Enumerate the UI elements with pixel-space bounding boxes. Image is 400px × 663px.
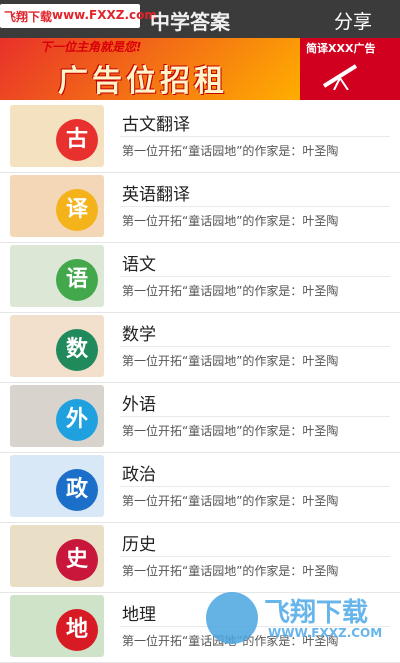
subject-description: 第一位开拓“童话园地”的作家是：叶圣陶 bbox=[122, 144, 339, 158]
list-item[interactable]: 译 英语翻译第一位开拓“童话园地”的作家是：叶圣陶 bbox=[0, 172, 400, 243]
banner-slogan: 下一位主角就是您! bbox=[40, 40, 142, 54]
divider bbox=[120, 206, 390, 207]
divider bbox=[120, 556, 390, 557]
watermark-brand: 飞翔下载 bbox=[4, 10, 53, 24]
subject-title: 英语翻译 bbox=[122, 185, 190, 205]
subject-title: 古文翻译 bbox=[122, 115, 190, 135]
list-item[interactable]: 数 数学第一位开拓“童话园地”的作家是：叶圣陶 bbox=[0, 312, 400, 383]
subject-description: 第一位开拓“童话园地”的作家是：叶圣陶 bbox=[122, 494, 339, 508]
subject-title: 地理 bbox=[122, 605, 156, 625]
divider bbox=[120, 346, 390, 347]
share-button[interactable]: 分享 bbox=[334, 7, 372, 34]
watermark-bottom: 飞翔下载 WWW.FXXZ.COM bbox=[206, 588, 396, 650]
subject-thumbnail: 数 bbox=[10, 315, 104, 377]
watermark-top: 飞翔下载 www.FXXZ.com bbox=[0, 4, 157, 28]
subject-thumbnail: 译 bbox=[10, 175, 104, 237]
subject-title: 数学 bbox=[122, 325, 156, 345]
subject-description: 第一位开拓“童话园地”的作家是：叶圣陶 bbox=[122, 214, 339, 228]
subject-description: 第一位开拓“童话园地”的作家是：叶圣陶 bbox=[122, 564, 339, 578]
list-item[interactable]: 外 外语第一位开拓“童话园地”的作家是：叶圣陶 bbox=[0, 382, 400, 453]
divider bbox=[120, 486, 390, 487]
subject-thumbnail: 古 bbox=[10, 105, 104, 167]
subject-title: 语文 bbox=[122, 255, 156, 275]
subject-description: 第一位开拓“童话园地”的作家是：叶圣陶 bbox=[122, 284, 339, 298]
ad-banner[interactable]: 下一位主角就是您! 广告位招租 简译XXX广告 bbox=[0, 38, 400, 100]
banner-headline: 广告位招租 bbox=[58, 64, 228, 99]
subject-thumbnail: 地 bbox=[10, 595, 104, 657]
list-item[interactable]: 政 政治第一位开拓“童话园地”的作家是：叶圣陶 bbox=[0, 452, 400, 523]
divider bbox=[120, 136, 390, 137]
banner-right-text: 简译XXX广告 bbox=[306, 42, 376, 55]
subject-description: 第一位开拓“童话园地”的作家是：叶圣陶 bbox=[122, 424, 339, 438]
subject-title: 政治 bbox=[122, 465, 156, 485]
telescope-logo-icon bbox=[322, 64, 358, 90]
subject-badge: 古 bbox=[56, 119, 98, 161]
subject-title: 外语 bbox=[122, 395, 156, 415]
list-item[interactable]: 语 语文第一位开拓“童话园地”的作家是：叶圣陶 bbox=[0, 242, 400, 313]
subject-title: 历史 bbox=[122, 535, 156, 555]
page-title: 中学答案 bbox=[150, 10, 230, 34]
subject-description: 第一位开拓“童话园地”的作家是：叶圣陶 bbox=[122, 354, 339, 368]
subject-badge: 政 bbox=[56, 469, 98, 511]
subject-thumbnail: 政 bbox=[10, 455, 104, 517]
subject-thumbnail: 语 bbox=[10, 245, 104, 307]
subject-thumbnail: 史 bbox=[10, 525, 104, 587]
list-item[interactable]: 古 古文翻译第一位开拓“童话园地”的作家是：叶圣陶 bbox=[0, 102, 400, 173]
watermark-url: www.FXXZ.com bbox=[52, 8, 157, 22]
subject-badge: 地 bbox=[56, 609, 98, 651]
divider bbox=[120, 276, 390, 277]
watermark-bottom-brand: 飞翔下载 bbox=[264, 598, 369, 628]
subject-thumbnail: 外 bbox=[10, 385, 104, 447]
top-app-bar: 飞翔下载 www.FXXZ.com 中学答案 分享 bbox=[0, 0, 400, 38]
list-item[interactable]: 史 历史第一位开拓“童话园地”的作家是：叶圣陶 bbox=[0, 522, 400, 593]
subject-badge: 外 bbox=[56, 399, 98, 441]
watermark-logo-icon bbox=[206, 592, 258, 644]
subject-badge: 译 bbox=[56, 189, 98, 231]
watermark-bottom-url: WWW.FXXZ.COM bbox=[268, 626, 383, 640]
divider bbox=[120, 416, 390, 417]
subject-badge: 数 bbox=[56, 329, 98, 371]
subject-badge: 语 bbox=[56, 259, 98, 301]
subject-badge: 史 bbox=[56, 539, 98, 581]
banner-right-panel: 简译XXX广告 bbox=[300, 38, 400, 100]
